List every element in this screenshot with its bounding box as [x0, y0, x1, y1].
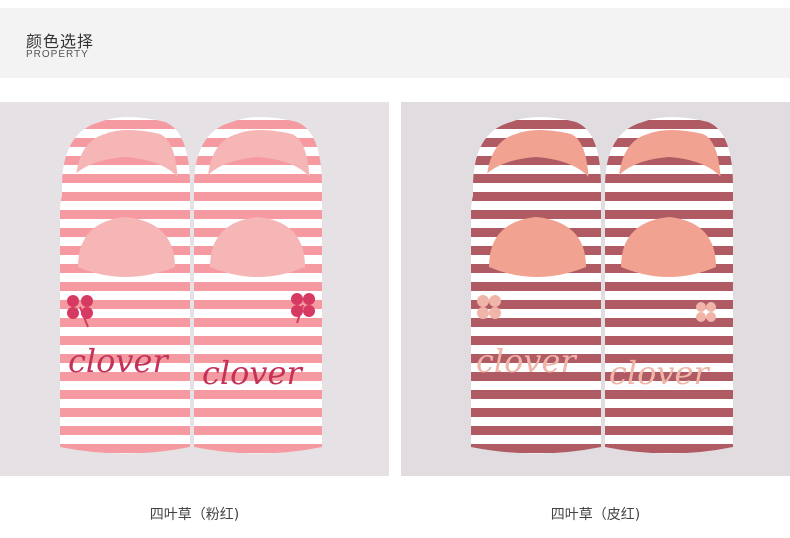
- section-subtitle: PROPERTY: [26, 49, 89, 60]
- embroidery-text: clover: [476, 342, 577, 380]
- slipper-right: clover: [194, 117, 322, 454]
- slipper-left: clover: [60, 117, 190, 454]
- embroidery-text: clover: [68, 342, 169, 380]
- section-header: 颜色选择 PROPERTY: [0, 8, 790, 78]
- embroidery-text: clover: [202, 354, 303, 392]
- embroidery-text: clover: [609, 354, 710, 392]
- product-caption-pink: 四叶草（粉红): [149, 507, 240, 523]
- product-image-dark-red[interactable]: clover clover: [401, 102, 790, 476]
- product-image-pink[interactable]: clover clover: [0, 102, 389, 476]
- slippers-dark-red-illustration: clover clover: [471, 117, 733, 454]
- slipper-left: clover: [471, 117, 601, 454]
- slippers-pink-illustration: clover clover: [60, 117, 322, 454]
- slipper-right: clover: [605, 117, 733, 454]
- product-caption-dark-red: 四叶草（皮红): [550, 507, 641, 523]
